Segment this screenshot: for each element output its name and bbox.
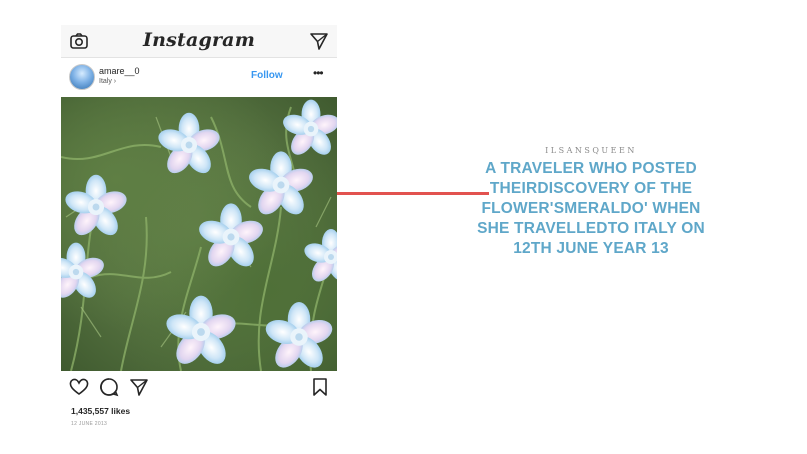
caption-line: A TRAVELER WHO POSTED — [485, 160, 697, 177]
caption-line: SHE TRAVELLEDTO ITALY ON — [477, 220, 705, 237]
caption-author: ILSANSQUEEN — [545, 146, 637, 155]
share-icon[interactable] — [129, 377, 149, 397]
story-caption: ILSANSQUEEN A TRAVELER WHO POSTED THEIRD… — [468, 146, 714, 259]
instagram-post-screenshot: Instagram amare__0 Italy › Follow ••• 1,… — [61, 25, 337, 435]
caption-line: FLOWER'SMERALDO' WHEN — [481, 200, 701, 217]
connector-line — [337, 192, 489, 195]
bookmark-icon[interactable] — [311, 377, 329, 397]
post-photo[interactable] — [61, 97, 337, 371]
likes-count[interactable]: 1,435,557 likes — [71, 406, 130, 416]
post-username[interactable]: amare__0 — [99, 66, 140, 76]
post-date: 12 JUNE 2013 — [71, 421, 108, 427]
follow-button[interactable]: Follow — [251, 70, 283, 81]
post-header: amare__0 Italy › Follow ••• — [61, 61, 337, 95]
post-actions-bar — [61, 377, 337, 399]
comment-icon[interactable] — [99, 377, 119, 397]
avatar[interactable] — [69, 64, 95, 90]
more-options-icon[interactable]: ••• — [313, 66, 324, 80]
instagram-wordmark: Instagram — [143, 29, 255, 51]
caption-line: THEIRDISCOVERY OF THE — [489, 180, 693, 197]
caption-line: 12TH JUNE YEAR 13 — [513, 240, 669, 257]
app-header: Instagram — [61, 25, 337, 58]
direct-send-icon[interactable] — [309, 31, 329, 51]
post-location[interactable]: Italy › — [99, 78, 116, 85]
flower-photo-illustration — [61, 99, 337, 371]
caption-text: A TRAVELER WHO POSTED THEIRDISCOVERY OF … — [468, 159, 714, 259]
heart-icon[interactable] — [69, 377, 89, 397]
